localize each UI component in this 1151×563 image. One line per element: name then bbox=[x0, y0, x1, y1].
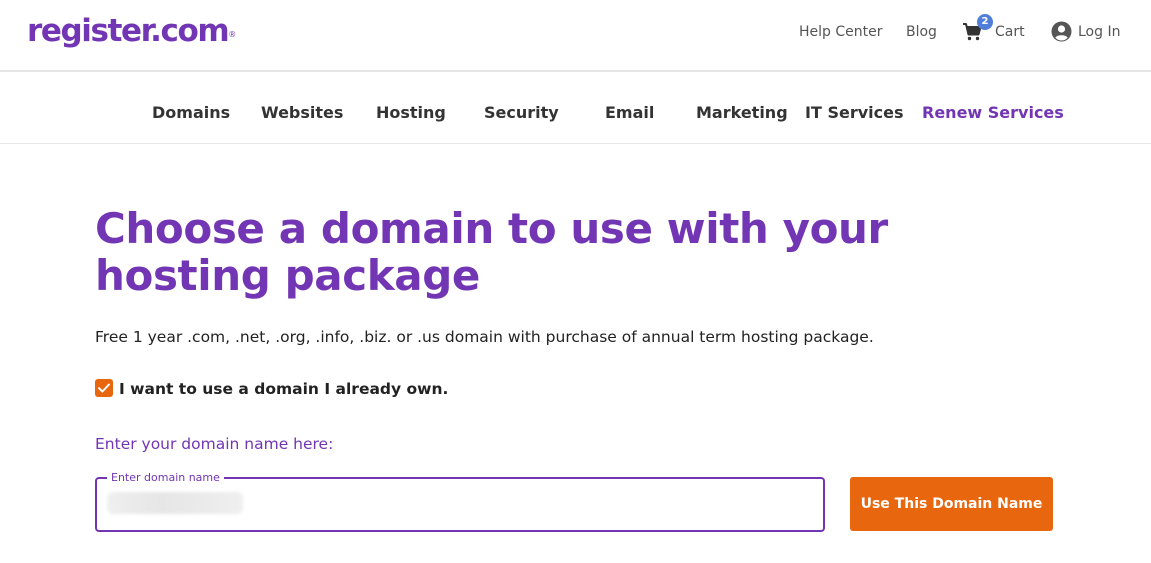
register-logo[interactable]: register.com® bbox=[27, 12, 236, 50]
nav-domains[interactable]: Domains bbox=[152, 102, 230, 124]
page-subtitle: Free 1 year .com, .net, .org, .info, .bi… bbox=[95, 328, 874, 346]
cart-link[interactable]: Cart bbox=[995, 22, 1025, 42]
nav-it-services[interactable]: IT Services bbox=[805, 102, 903, 124]
main-navigation: Domains Websites Hosting Security Email … bbox=[0, 72, 1151, 144]
blog-link[interactable]: Blog bbox=[906, 22, 937, 42]
own-domain-checkbox[interactable] bbox=[95, 379, 113, 397]
nav-marketing[interactable]: Marketing bbox=[696, 102, 788, 124]
user-account-icon[interactable] bbox=[1051, 21, 1072, 42]
domain-name-input[interactable] bbox=[98, 480, 822, 529]
login-link[interactable]: Log In bbox=[1078, 22, 1120, 42]
help-center-link[interactable]: Help Center bbox=[799, 22, 883, 42]
nav-websites[interactable]: Websites bbox=[261, 102, 343, 124]
own-domain-checkbox-label[interactable]: I want to use a domain I already own. bbox=[119, 379, 448, 400]
checkmark-icon bbox=[98, 383, 110, 393]
nav-security[interactable]: Security bbox=[484, 102, 559, 124]
nav-email[interactable]: Email bbox=[605, 102, 654, 124]
nav-hosting[interactable]: Hosting bbox=[376, 102, 446, 124]
use-this-domain-button[interactable]: Use This Domain Name bbox=[850, 477, 1053, 531]
domain-field-legend: Enter domain name bbox=[107, 471, 224, 485]
cart-count-badge: 2 bbox=[977, 14, 993, 30]
domain-field-heading: Enter your domain name here: bbox=[95, 435, 334, 453]
top-header: register.com® Help Center Blog 2 Cart Lo… bbox=[0, 0, 1151, 72]
nav-renew-services[interactable]: Renew Services bbox=[922, 102, 1064, 124]
page-title: Choose a domain to use with your hosting… bbox=[95, 204, 888, 300]
